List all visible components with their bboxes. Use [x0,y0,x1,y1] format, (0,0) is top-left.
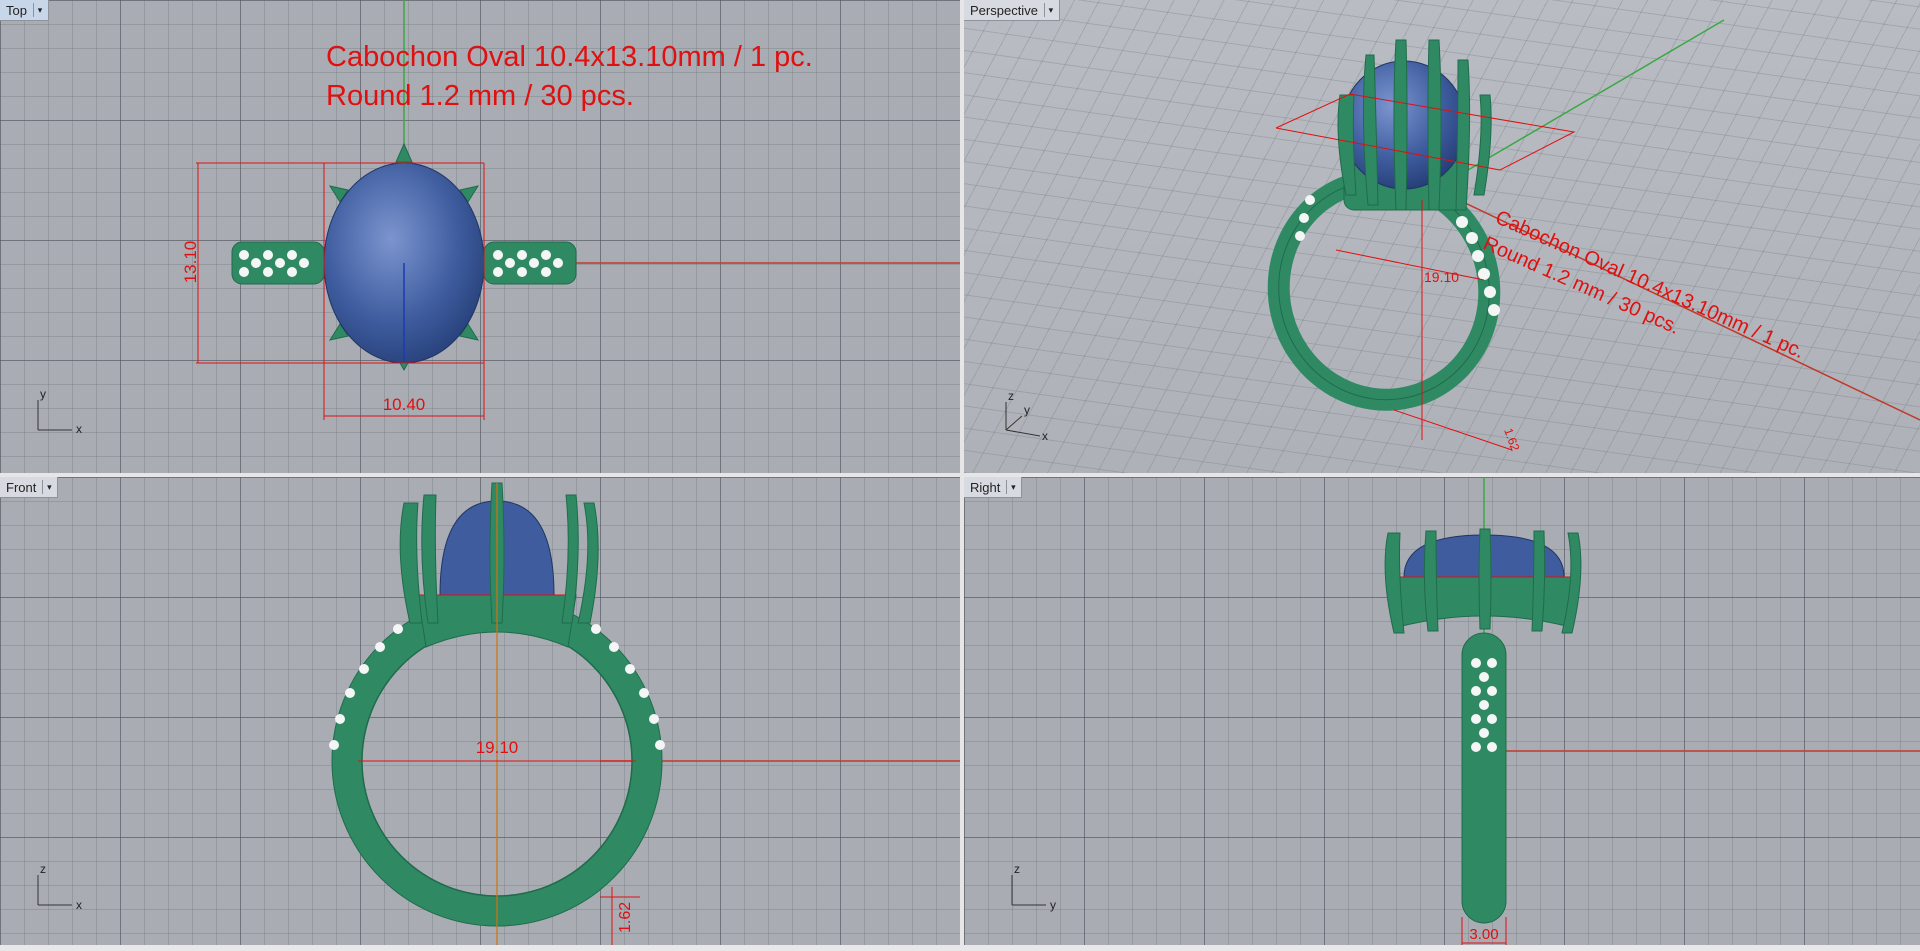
viewport-right[interactable]: Right ▾ 3.00 z y [964,477,1920,951]
dim-width-label: 3.00 [1469,926,1498,943]
viewport-perspective[interactable]: Perspective ▾ 19.10 1.62 Cabochon Oval 1… [964,0,1920,473]
annotation-perspective-line1: Cabochon Oval 10.4x13.10mm / 1 pc. [1492,206,1808,363]
front-scene: 19.10 1.62 z x [37,482,960,951]
dim-diameter-label: 19.10 [1424,269,1459,285]
svg-text:x: x [76,898,82,912]
dim-width-label: 10.40 [383,395,426,414]
svg-text:z: z [1008,389,1014,403]
prongs-front [399,482,599,624]
perspective-scene: 19.10 1.62 Cabochon Oval 10.4x13.10mm / … [1005,19,1920,453]
viewport-front[interactable]: Front ▾ 19.10 1.62 z x [0,477,960,951]
svg-text:y: y [1050,898,1056,912]
caret-down-icon[interactable]: ▾ [42,480,55,494]
viewport-tab-top[interactable]: Top ▾ [0,0,49,21]
viewport-title: Top [6,2,27,18]
viewport-tab-right[interactable]: Right ▾ [964,477,1023,498]
annotation-line-2: Round 1.2 mm / 30 pcs. [326,80,634,112]
viewport-tab-front[interactable]: Front ▾ [0,477,59,498]
viewport-tab-perspective[interactable]: Perspective ▾ [964,0,1060,21]
annotation-line-1: Cabochon Oval 10.4x13.10mm / 1 pc. [326,41,813,73]
svg-text:z: z [40,862,46,876]
svg-text:z: z [1014,862,1020,876]
dim-diameter-label: 19.10 [476,738,519,757]
caret-down-icon[interactable]: ▾ [1043,3,1057,17]
caret-down-icon[interactable]: ▾ [1006,480,1019,494]
dim-band-label: 1.62 [617,902,634,933]
svg-text:y: y [1024,403,1030,417]
viewport-title: Front [6,479,37,495]
viewport-top[interactable]: Top ▾ Cabochon Oval 10.4x13.10mm / 1 pc.… [0,0,960,473]
axis-indicator-front [37,875,72,906]
status-strip [0,945,1920,951]
axis-indicator-perspective [1005,402,1041,437]
annotation-text: Cabochon Oval 10.4x13.10mm / 1 pc. Round… [326,38,813,116]
viewport-title: Perspective [970,2,1038,18]
dim-small-label: 1.62 [1501,426,1522,453]
viewport-title: Right [970,479,1001,495]
svg-text:x: x [76,422,82,436]
svg-text:x: x [1042,429,1048,443]
svg-text:y: y [40,387,46,401]
axis-indicator-right [1011,875,1046,906]
caret-down-icon[interactable]: ▾ [32,3,46,17]
axis-indicator-top [37,400,72,431]
dim-height-label: 13.10 [181,241,200,284]
right-scene: 3.00 z y [1011,477,1920,951]
y-axis-line [1433,19,1725,191]
